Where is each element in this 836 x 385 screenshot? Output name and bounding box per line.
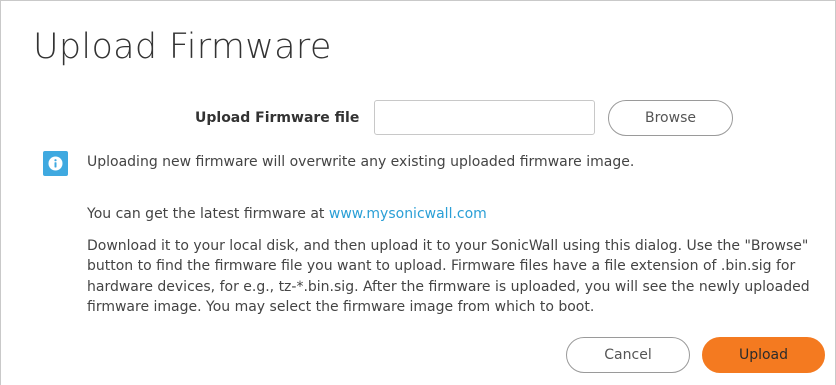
upload-instructions-text: Download it to your local disk, and then… (87, 238, 810, 316)
upload-firmware-dialog: Upload Firmware Upload Firmware file Bro… (0, 0, 836, 385)
cancel-button[interactable]: Cancel (566, 337, 690, 373)
info-icon (43, 151, 68, 176)
info-glyph-icon (48, 156, 63, 171)
mysonicwall-link[interactable]: www.mysonicwall.com (329, 206, 487, 222)
dialog-title: Upload Firmware (33, 27, 332, 67)
browse-button[interactable]: Browse (608, 100, 733, 136)
latest-firmware-line: You can get the latest firmware at www.m… (87, 206, 487, 222)
firmware-file-input[interactable] (374, 100, 595, 135)
firmware-warning-text: Uploading new firmware will overwrite an… (87, 154, 635, 170)
latest-firmware-prefix: You can get the latest firmware at (87, 206, 329, 222)
upload-button[interactable]: Upload (702, 337, 825, 373)
upload-firmware-file-label: Upload Firmware file (195, 110, 360, 126)
